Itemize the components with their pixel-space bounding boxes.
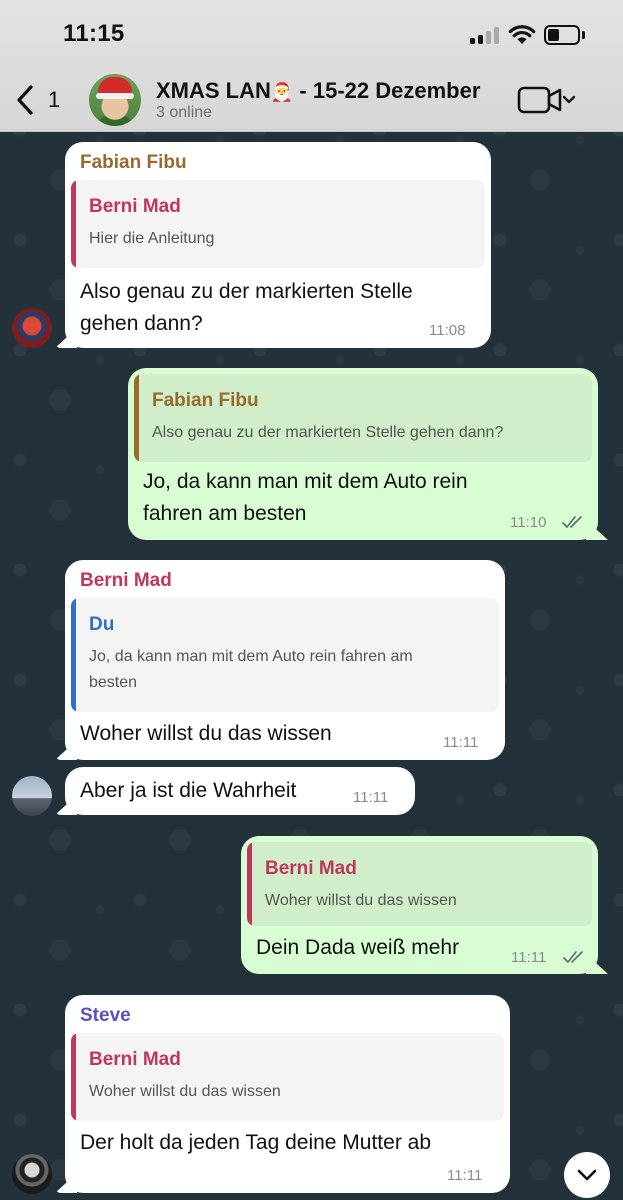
message-bubble[interactable]: Berni Mad Du Jo, da kann man mit dem Aut… <box>55 560 505 760</box>
wifi-icon <box>508 25 536 44</box>
message-bubble[interactable]: Fabian Fibu Also genau zu der markierten… <box>128 368 608 540</box>
avatar[interactable] <box>12 308 52 348</box>
group-avatar[interactable] <box>89 74 141 126</box>
santa-emoji-icon: 🎅 <box>270 82 294 102</box>
avatar[interactable] <box>12 1154 52 1194</box>
message-text-line: Jo, da kann man mit dem Auto rein <box>143 470 468 493</box>
quoted-message[interactable]: Du Jo, da kann man mit dem Auto rein fah… <box>71 598 499 712</box>
battery-icon <box>544 25 580 45</box>
chevron-left-icon <box>17 85 33 115</box>
status-bar: 11:15 <box>0 0 623 70</box>
message-text: Der holt da jeden Tag deine Mutter ab <box>80 1131 432 1154</box>
message-text-line: Also genau zu der markierten Stelle <box>80 280 413 303</box>
group-title[interactable]: XMAS LAN🎅 - 15-22 Dezember <box>156 78 480 104</box>
quote-bar <box>71 180 76 268</box>
quote-author: Berni Mad <box>265 858 357 879</box>
quoted-message[interactable]: Berni Mad Hier die Anleitung <box>71 180 485 268</box>
message-bubble[interactable]: Berni Mad Woher willst du das wissen Dei… <box>241 836 608 974</box>
message-text: Dein Dada weiß mehr <box>256 936 460 959</box>
chat-header: 11:15 1 XMAS LAN🎅 - 15-22 Dezember 3 onl… <box>0 0 623 132</box>
message-text-line: gehen dann? <box>80 312 203 335</box>
cellular-signal-icon <box>470 27 502 44</box>
message-text: Woher willst du das wissen <box>80 722 332 745</box>
quote-bar <box>134 374 139 462</box>
message-bubble[interactable]: Fabian Fibu Berni Mad Hier die Anleitung… <box>55 142 491 348</box>
quote-bar <box>71 1033 76 1121</box>
back-button[interactable]: 1 <box>14 82 70 118</box>
message-bubble[interactable]: Aber ja ist die Wahrheit 11:11 <box>55 767 415 815</box>
quote-bar <box>71 598 76 712</box>
quote-text: Woher willst du das wissen <box>265 892 457 909</box>
message-text-line: fahren am besten <box>143 502 307 525</box>
avatar[interactable] <box>12 776 52 816</box>
quote-author: Du <box>89 614 115 635</box>
chevron-down-icon <box>577 1169 597 1181</box>
message-time: 11:10 <box>510 514 547 531</box>
battery-tip <box>582 31 585 39</box>
quote-author: Berni Mad <box>89 196 181 217</box>
video-call-icon[interactable] <box>516 84 578 116</box>
quote-author: Berni Mad <box>89 1049 181 1070</box>
message-time: 11:11 <box>353 789 389 806</box>
quoted-message[interactable]: Fabian Fibu Also genau zu der markierten… <box>134 374 592 462</box>
message-time: 11:11 <box>443 734 479 751</box>
group-name: XMAS LAN <box>156 78 271 103</box>
message-time: 11:11 <box>447 1167 483 1184</box>
quote-text: Woher willst du das wissen <box>89 1083 281 1100</box>
group-dates: - 15-22 Dezember <box>293 78 481 103</box>
message-bubble[interactable]: Steve Berni Mad Woher willst du das wiss… <box>55 995 510 1193</box>
sender-name: Steve <box>80 1005 131 1026</box>
quote-author: Fabian Fibu <box>152 390 259 411</box>
message-time: 11:11 <box>511 949 547 966</box>
status-time: 11:15 <box>63 20 125 47</box>
scroll-to-bottom-button[interactable] <box>564 1152 610 1198</box>
quote-text: Also genau zu der markierten Stelle gehe… <box>152 424 504 441</box>
message-time: 11:08 <box>429 322 466 339</box>
read-receipt-icon <box>562 516 582 528</box>
quote-text-line: Jo, da kann man mit dem Auto rein fahren… <box>89 648 413 665</box>
sender-name: Berni Mad <box>80 570 172 591</box>
quoted-message[interactable]: Berni Mad Woher willst du das wissen <box>71 1033 504 1121</box>
quote-text: Hier die Anleitung <box>89 230 215 247</box>
sender-name: Fabian Fibu <box>80 152 187 173</box>
read-receipt-icon <box>563 951 583 963</box>
quote-bar <box>247 842 252 926</box>
online-status: 3 online <box>156 104 213 121</box>
unread-count: 1 <box>48 87 61 112</box>
quoted-message[interactable]: Berni Mad Woher willst du das wissen <box>247 842 592 926</box>
message-text: Aber ja ist die Wahrheit <box>80 779 297 802</box>
quote-text-line: besten <box>89 674 138 691</box>
